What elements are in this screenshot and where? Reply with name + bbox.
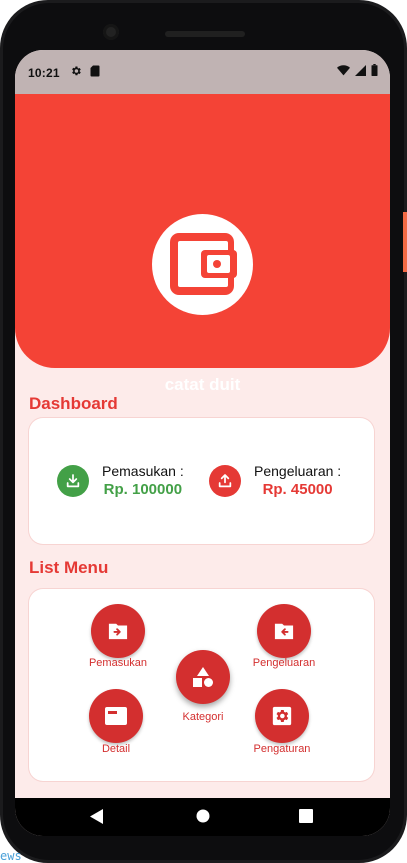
pemasukan-button[interactable] (91, 604, 145, 658)
system-nav-bar (15, 798, 390, 836)
download-icon (57, 464, 89, 497)
pengeluaran-label[interactable]: Pengeluaran (239, 657, 329, 669)
battery-icon (371, 64, 378, 76)
card-icon (105, 707, 127, 725)
folder-out-icon (274, 623, 294, 640)
settings-icon (272, 706, 292, 726)
side-button (403, 212, 407, 272)
background-text: ews (0, 849, 22, 863)
earpiece-speaker (165, 31, 245, 37)
expense-label: Pengeluaran : (254, 463, 342, 479)
kategori-button[interactable] (176, 650, 230, 704)
shapes-icon (193, 667, 213, 687)
upload-icon (209, 464, 241, 497)
cell-signal-icon (355, 64, 366, 76)
expense-text: Pengeluaran : Rp. 45000 (254, 463, 341, 498)
dashboard-title: Dashboard (29, 394, 118, 413)
app-title: catat duit (164, 375, 241, 394)
kategori-label[interactable]: Kategori (158, 711, 248, 723)
detail-label[interactable]: Detail (71, 743, 161, 755)
recents-icon[interactable] (299, 809, 313, 823)
app-screen: 10:21 catat duit Dashboard Pemasukan: R… (15, 50, 390, 836)
income-text: Pemasukan : Rp. 100000 (102, 463, 184, 498)
pengeluaran-button[interactable] (257, 604, 311, 658)
status-time: 10:21 (28, 66, 60, 80)
expense-value: Rp. 45000 (262, 481, 333, 498)
back-icon[interactable] (90, 809, 104, 824)
income-summary: Pemasukan : Rp. 100000 (57, 463, 184, 498)
menu-title: List Menu (29, 558, 109, 577)
gear-icon (72, 66, 81, 76)
pemasukan-label[interactable]: Pemasukan (73, 657, 163, 669)
status-notifications (70, 65, 100, 77)
expense-summary: Pengeluaran : Rp. 45000 (209, 463, 341, 498)
folder-in-icon (108, 623, 128, 640)
status-system-icons (337, 64, 378, 76)
front-camera (103, 24, 119, 40)
income-value: Rp. 100000 (103, 481, 183, 498)
wallet-icon (170, 233, 237, 295)
detail-button[interactable] (89, 689, 143, 743)
pengaturan-label[interactable]: Pengaturan (237, 743, 327, 755)
app-logo (152, 214, 253, 315)
status-bar: 10:21 (15, 50, 390, 94)
income-label: Pemasukan : (102, 463, 184, 479)
dashboard-card: Pemasukan : Rp. 100000 Pengeluaran : Rp.… (29, 418, 374, 544)
home-icon[interactable] (196, 809, 210, 823)
phone-frame: 10:21 catat duit Dashboard Pemasukan: R… (0, 0, 407, 863)
pengaturan-button[interactable] (255, 689, 309, 743)
sd-card-icon (90, 65, 100, 77)
app-header: catat duit (15, 94, 390, 394)
wifi-icon (337, 64, 350, 75)
